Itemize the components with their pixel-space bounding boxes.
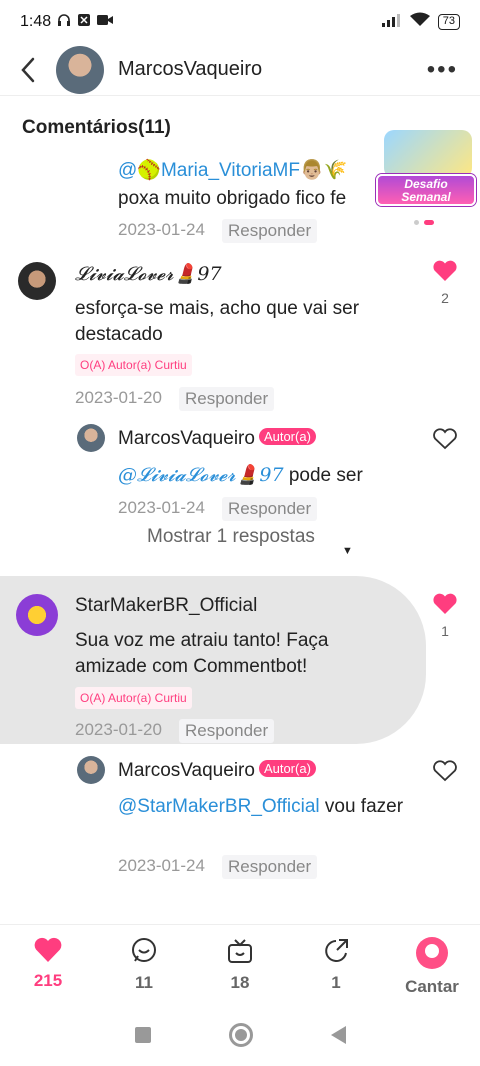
app-notification-icon — [77, 13, 91, 32]
like-button[interactable]: 2 — [432, 260, 458, 306]
reply-button[interactable]: Responder — [179, 719, 275, 743]
challenge-badge: Desafio Semanal — [376, 174, 476, 206]
commenter-name[interactable]: 𝓛𝓲𝓿𝓲𝓪𝓛𝓸𝓿𝓮𝓻💄97 — [75, 262, 222, 285]
comment-date: 2023-01-24 — [118, 498, 205, 517]
like-button[interactable]: 1 — [432, 593, 458, 639]
pagination-dot-active — [424, 220, 434, 225]
more-options-icon[interactable]: ••• — [427, 56, 458, 84]
heart-filled-icon — [433, 593, 457, 614]
commenter-avatar[interactable] — [16, 594, 58, 636]
headphones-icon — [57, 13, 71, 32]
comment-text-row: @𝓛𝓲𝓿𝓲𝓪𝓛𝓸𝓿𝓮𝓻💄97 pode ser — [118, 462, 363, 489]
weekly-challenge-banner[interactable]: Desafio Semanal — [374, 130, 478, 210]
comment-text-row: @StarMakerBR_Official vou fazer — [118, 794, 418, 820]
heart-filled-icon — [433, 260, 457, 281]
share-icon — [325, 939, 348, 962]
battery-indicator: 73 — [437, 14, 460, 30]
reply-button[interactable]: Responder — [179, 387, 275, 411]
reply-mention[interactable]: @StarMakerBR_Official — [118, 796, 320, 817]
commenter-name[interactable]: StarMakerBR_Official — [75, 595, 257, 617]
comments-title: Comentários(11) — [22, 117, 171, 138]
bottom-action-bar: 215 11 18 1 Cantar — [0, 924, 480, 1004]
video-camera-icon — [97, 13, 114, 31]
back-nav-button[interactable] — [330, 1026, 346, 1044]
like-count: 2 — [441, 290, 449, 306]
reply-mention[interactable]: @🥎Maria_VitoriaMF👨🏼🌾 — [118, 158, 347, 184]
comment-text: pode ser — [283, 465, 363, 486]
author-name-row: MarcosVaqueiro Autor(a) — [118, 428, 316, 450]
like-count: 1 — [441, 623, 449, 639]
challenge-illustration — [384, 130, 472, 178]
heart-outline-icon — [433, 428, 457, 450]
user-name[interactable]: MarcosVaqueiro — [118, 58, 262, 81]
author-liked-tag: O(A) Autor(a) Curtiu — [75, 687, 192, 709]
reply-button[interactable]: Responder — [222, 497, 318, 521]
comment-date: 2023-01-24 — [118, 856, 205, 875]
reply-button[interactable]: Responder — [222, 219, 318, 243]
chevron-left-icon — [21, 57, 35, 82]
comments-count: 11 — [135, 973, 153, 992]
comment-date: 2023-01-20 — [75, 720, 162, 739]
home-button[interactable] — [228, 1023, 253, 1047]
author-avatar[interactable] — [77, 424, 105, 452]
user-avatar[interactable] — [56, 45, 104, 94]
back-button[interactable] — [4, 46, 52, 94]
shares-count: 1 — [331, 973, 341, 992]
gift-action[interactable]: 18 — [192, 925, 288, 1004]
sing-action[interactable]: Cantar — [384, 925, 480, 1004]
reply-button[interactable]: Responder — [222, 855, 318, 879]
comment-text: vou fazer — [319, 796, 404, 817]
author-avatar[interactable] — [77, 756, 105, 784]
profile-header: MarcosVaqueiro ••• — [0, 44, 480, 96]
comment-text: esforça-se mais, acho que vai ser destac… — [75, 298, 360, 345]
signal-icon — [381, 13, 402, 32]
author-badge: Autor(a) — [258, 760, 316, 777]
show-more-replies[interactable]: Mostrar 1 respostas ▼ — [147, 524, 357, 557]
likes-count: 215 — [33, 971, 63, 990]
heart-outline-icon — [433, 760, 457, 782]
heart-filled-icon — [34, 937, 62, 962]
reply-mention[interactable]: @𝓛𝓲𝓿𝓲𝓪𝓛𝓸𝓿𝓮𝓻💄97 — [118, 464, 284, 486]
author-badge: Autor(a) — [258, 428, 316, 445]
commenter-name[interactable]: MarcosVaqueiro — [118, 760, 255, 781]
comment-date: 2023-01-24 — [118, 220, 205, 239]
gifts-count: 18 — [230, 973, 250, 992]
comment-text: Sua voz me atraiu tanto! Faça amizade co… — [75, 630, 329, 677]
author-name-row: MarcosVaqueiro Autor(a) — [118, 760, 316, 782]
microphone-icon — [416, 937, 448, 969]
reply-text: poxa muito obrigado fico fe — [118, 188, 347, 209]
recents-button[interactable] — [134, 1027, 151, 1043]
sing-label: Cantar — [405, 977, 459, 996]
pagination-dot — [414, 220, 419, 225]
status-time: 1:48 — [20, 13, 52, 30]
like-button[interactable] — [432, 428, 458, 455]
comment-action[interactable]: 11 — [96, 925, 192, 1004]
system-nav-bar — [0, 1004, 480, 1066]
comment-date: 2023-01-20 — [75, 388, 162, 407]
dropdown-arrow-icon: ▼ — [342, 545, 353, 557]
comment-bubble-icon — [132, 938, 156, 962]
commenter-avatar[interactable] — [18, 262, 56, 300]
like-action[interactable]: 215 — [0, 925, 96, 1004]
gift-icon — [228, 939, 252, 963]
like-button[interactable] — [432, 760, 458, 787]
author-liked-tag: O(A) Autor(a) Curtiu — [75, 354, 192, 376]
wifi-icon — [409, 12, 430, 32]
banner-pagination — [414, 220, 434, 225]
status-bar: 1:48 73 — [0, 0, 480, 44]
share-action[interactable]: 1 — [288, 925, 384, 1004]
commenter-name[interactable]: MarcosVaqueiro — [118, 428, 255, 449]
